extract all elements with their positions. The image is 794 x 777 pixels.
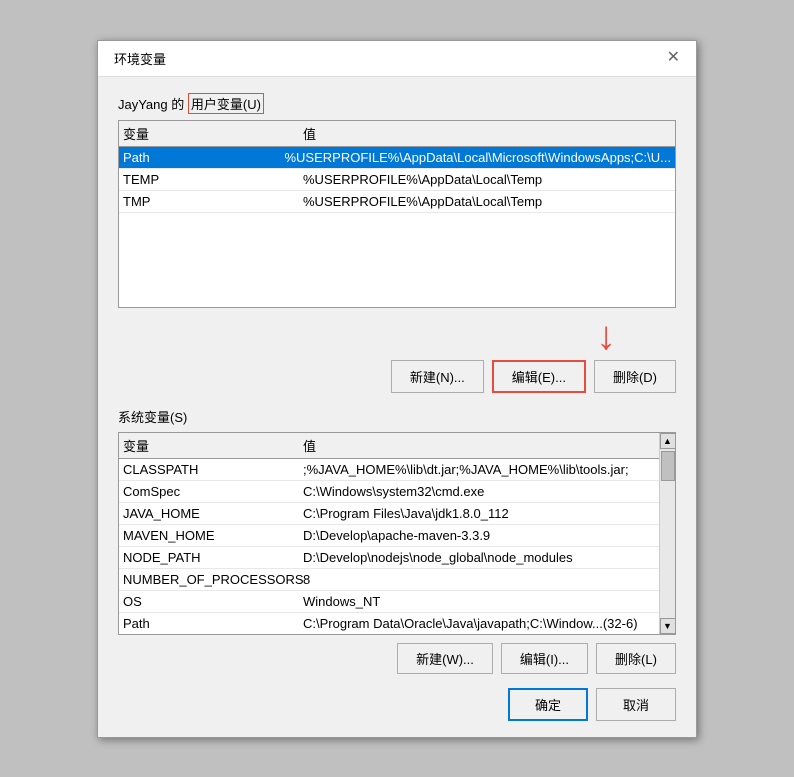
user-row-path[interactable]: Path %USERPROFILE%\AppData\Local\Microso…: [119, 147, 675, 169]
scrollbar-down-button[interactable]: ▼: [660, 618, 676, 634]
bottom-btn-row: 确定 取消: [118, 688, 676, 721]
sys-table-inner: 变量 值 CLASSPATH ;%JAVA_HOME%\lib\dt.jar;%…: [119, 433, 659, 634]
sys-variables-table: 变量 值 CLASSPATH ;%JAVA_HOME%\lib\dt.jar;%…: [118, 432, 676, 635]
sys-row-comspec[interactable]: ComSpec C:\Windows\system32\cmd.exe: [119, 481, 659, 503]
sys-col-var-header: 变量: [123, 436, 303, 455]
dialog-title: 环境变量: [114, 49, 166, 68]
sys-row-java-home[interactable]: JAVA_HOME C:\Program Files\Java\jdk1.8.0…: [119, 503, 659, 525]
sys-section-label: 系统变量(S): [118, 407, 676, 426]
sys-btn-row: 新建(W)... 编辑(I)... 删除(L): [118, 643, 676, 674]
user-col-val-header: 值: [303, 124, 671, 143]
sys-edit-button[interactable]: 编辑(I)...: [501, 643, 588, 674]
sys-delete-button[interactable]: 删除(L): [596, 643, 676, 674]
sys-row-maven-home[interactable]: MAVEN_HOME D:\Develop\apache-maven-3.3.9: [119, 525, 659, 547]
down-arrow-icon: ↓: [596, 316, 616, 356]
cancel-button[interactable]: 取消: [596, 688, 676, 721]
sys-table-body: CLASSPATH ;%JAVA_HOME%\lib\dt.jar;%JAVA_…: [119, 459, 659, 634]
user-row-tmp-val: %USERPROFILE%\AppData\Local\Temp: [303, 194, 671, 209]
sys-row-classpath[interactable]: CLASSPATH ;%JAVA_HOME%\lib\dt.jar;%JAVA_…: [119, 459, 659, 481]
title-bar: 环境变量 ✕: [98, 41, 696, 77]
sys-row-num-processors[interactable]: NUMBER_OF_PROCESSORS 8: [119, 569, 659, 591]
user-new-button[interactable]: 新建(N)...: [391, 360, 484, 393]
sys-new-button[interactable]: 新建(W)...: [397, 643, 493, 674]
ok-button[interactable]: 确定: [508, 688, 588, 721]
user-col-var-header: 变量: [123, 124, 303, 143]
user-row-temp-val: %USERPROFILE%\AppData\Local\Temp: [303, 172, 671, 187]
user-edit-button[interactable]: 编辑(E)...: [492, 360, 586, 393]
scrollbar-up-button[interactable]: ▲: [660, 433, 676, 449]
user-row-tmp-var: TMP: [123, 194, 303, 209]
arrow-area: ↓: [118, 316, 676, 356]
close-button[interactable]: ✕: [663, 50, 684, 66]
environment-variables-dialog: 环境变量 ✕ JayYang 的 用户变量(U) 变量 值 Path %USER…: [97, 40, 697, 738]
scrollbar-thumb[interactable]: [661, 451, 675, 481]
user-variables-table: 变量 值 Path %USERPROFILE%\AppData\Local\Mi…: [118, 120, 676, 308]
user-section-label-boxed: 用户变量(U): [188, 93, 264, 114]
user-btn-row: 新建(N)... 编辑(E)... 删除(D): [118, 360, 676, 393]
user-row-tmp[interactable]: TMP %USERPROFILE%\AppData\Local\Temp: [119, 191, 675, 213]
sys-row-os[interactable]: OS Windows_NT: [119, 591, 659, 613]
user-row-path-var: Path: [123, 150, 284, 165]
user-table-header: 变量 值: [119, 121, 675, 147]
user-table-body: Path %USERPROFILE%\AppData\Local\Microso…: [119, 147, 675, 307]
sys-scrollbar[interactable]: ▲ ▼: [659, 433, 675, 634]
user-delete-button[interactable]: 删除(D): [594, 360, 676, 393]
user-row-path-val: %USERPROFILE%\AppData\Local\Microsoft\Wi…: [284, 150, 671, 165]
sys-row-path[interactable]: Path C:\Program Data\Oracle\Java\javapat…: [119, 613, 659, 634]
sys-col-val-header: 值: [303, 436, 655, 455]
sys-row-node-path[interactable]: NODE_PATH D:\Develop\nodejs\node_global\…: [119, 547, 659, 569]
user-row-temp-var: TEMP: [123, 172, 303, 187]
scrollbar-track[interactable]: [660, 449, 675, 618]
sys-table-header: 变量 值: [119, 433, 659, 459]
user-row-temp[interactable]: TEMP %USERPROFILE%\AppData\Local\Temp: [119, 169, 675, 191]
user-section-label: JayYang 的 用户变量(U): [118, 93, 676, 114]
dialog-body: JayYang 的 用户变量(U) 变量 值 Path %USERPROFILE…: [98, 77, 696, 737]
